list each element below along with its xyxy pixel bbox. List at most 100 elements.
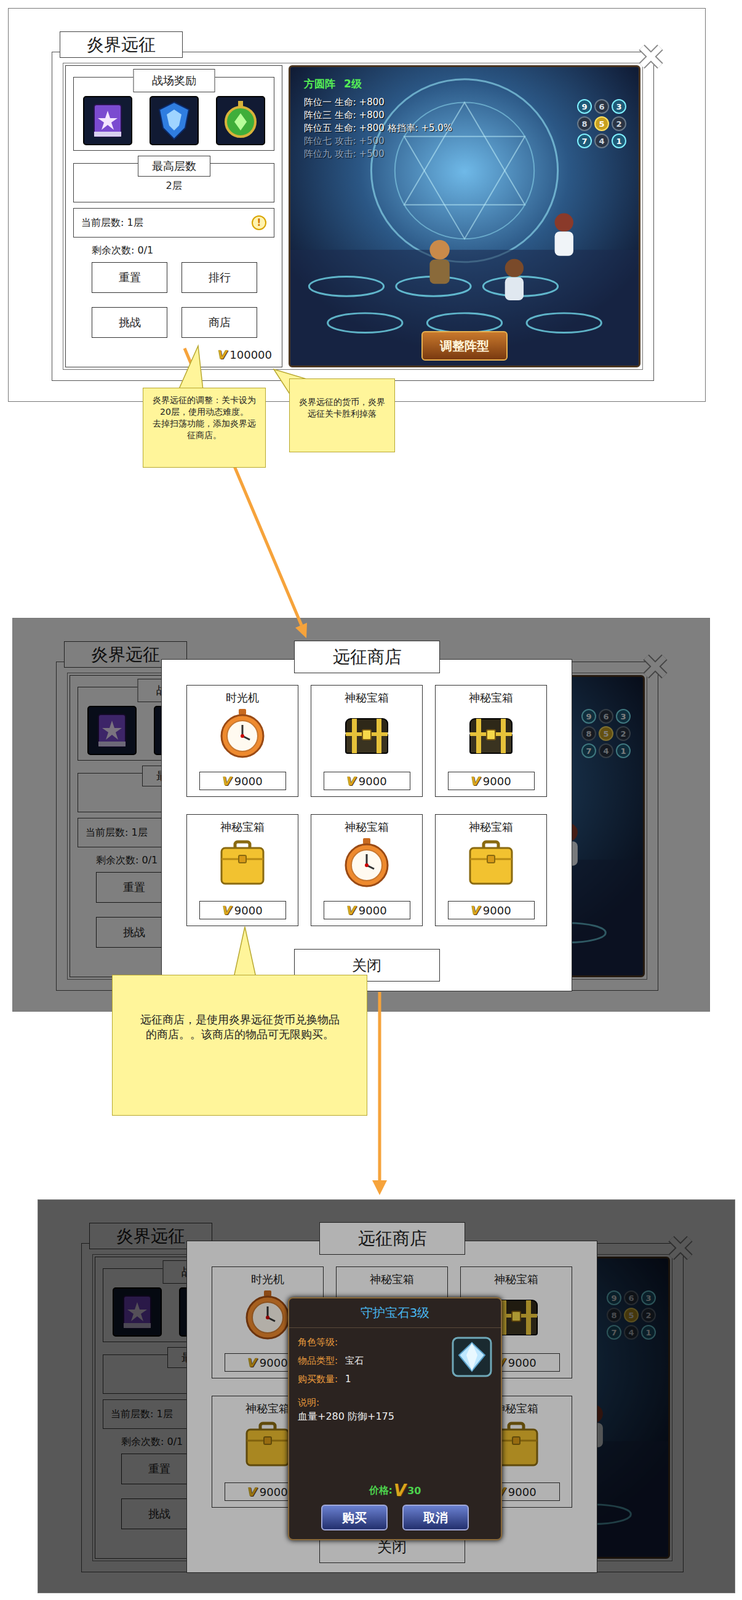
- slot[interactable]: 9: [577, 99, 592, 114]
- price-box: V 9000: [199, 771, 287, 790]
- purchase-scene: 炎界远征 战场奖励 最高层数 2层 当前层数: 1层 ! 剩余次数: 0/1 重…: [37, 1199, 736, 1593]
- sticky-note: 炎界远征的货币，炎界远征关卡胜利掉落: [289, 378, 395, 453]
- slot[interactable]: 3: [611, 99, 627, 114]
- chest-icon: [465, 707, 517, 760]
- formation-line: 阵位九 攻击: +500: [303, 147, 626, 161]
- window-body: 战场奖励 最高层数 2层 当前层数: 1层 ! 剩余次数: 0/1 重置排行挑战…: [62, 62, 643, 370]
- slot[interactable]: 2: [611, 116, 627, 132]
- popup-body: 角色等级: 物品类型: 宝石购买数量: 1 说明: 血量+280 防御+175: [289, 1327, 501, 1429]
- currency: V 100000: [73, 347, 275, 362]
- currency-icon: V: [217, 347, 228, 362]
- book-icon[interactable]: [83, 95, 133, 146]
- reward-list: [73, 95, 274, 146]
- shop-items: 时光机 V 9000神秘宝箱 V 9000神秘宝箱 V 9000神秘宝箱 V 9…: [186, 684, 547, 926]
- slot[interactable]: 6: [594, 99, 610, 114]
- info-icon[interactable]: !: [251, 215, 267, 231]
- price: 9000: [358, 903, 387, 917]
- slot[interactable]: 4: [594, 133, 610, 149]
- item-description: 血量+280 防御+175: [297, 1408, 493, 1424]
- item-name: 神秘宝箱: [468, 819, 514, 835]
- currency-icon: V: [346, 773, 356, 789]
- gem-icon: [451, 1336, 493, 1377]
- note-pointer: [233, 926, 256, 978]
- window-panel: 战场奖励 最高层数 2层 当前层数: 1层 ! 剩余次数: 0/1 重置排行挑战…: [51, 51, 655, 381]
- price-box: V 9000: [447, 771, 535, 790]
- shop-item[interactable]: 神秘宝箱 V 9000: [310, 813, 423, 926]
- shop-item[interactable]: 时光机 V 9000: [186, 684, 299, 797]
- slot-grid: 963 852 741: [577, 99, 627, 149]
- price-box: V 9000: [323, 771, 411, 790]
- current-floor-row: 当前层数: 1层 !: [73, 207, 275, 238]
- page: 炎界远征 战场奖励 最高层数 2层 当前层数: 1层 ! 剩余次数: 0/1 重…: [0, 0, 742, 1600]
- formation-title: 方圆阵2级: [303, 76, 626, 92]
- price-row: 价格: V 30: [289, 1480, 501, 1500]
- main-scene: 炎界远征 战场奖励 最高层数 2层 当前层数: 1层 ! 剩余次数: 0/1 重…: [7, 7, 706, 402]
- desc-label: 说明:: [297, 1395, 493, 1409]
- item-name: 神秘宝箱: [344, 690, 389, 706]
- shop-item[interactable]: 神秘宝箱 V 9000: [434, 813, 547, 926]
- currency-icon: V: [222, 902, 232, 918]
- popup-button[interactable]: 购买: [321, 1504, 388, 1531]
- item-name: 时光机: [225, 690, 260, 706]
- popup-buttons: 购买取消: [289, 1499, 501, 1539]
- note-text: 炎界远征的调整：关卡设为20层，使用动态难度。: [150, 394, 258, 418]
- clock-icon: [340, 836, 393, 889]
- item-name: 神秘宝箱: [344, 819, 389, 835]
- popup-button[interactable]: 取消: [402, 1504, 469, 1531]
- item-name: 神秘宝箱: [220, 819, 265, 835]
- best-floor-box: 最高层数 2层: [73, 163, 275, 203]
- current-floor: 当前层数: 1层: [81, 216, 144, 230]
- note-text: 去掉扫荡功能，添加炎界远征商店。: [150, 417, 258, 442]
- amulet-icon[interactable]: [215, 95, 266, 146]
- action-button[interactable]: 重置: [91, 262, 168, 293]
- flow-arrow: [378, 991, 382, 1182]
- slot[interactable]: 7: [577, 133, 592, 149]
- currency-icon: V: [222, 773, 232, 789]
- currency-icon: V: [346, 902, 356, 918]
- shop-scene: 炎界远征 战场奖励 最高层数 2层 当前层数: 1层 ! 剩余次数: 0/1 重…: [12, 617, 711, 1012]
- shop-item[interactable]: 神秘宝箱 V 9000: [434, 684, 547, 797]
- chest-icon: [340, 707, 393, 760]
- currency-icon: V: [470, 773, 480, 789]
- arrow-head-icon: [295, 622, 308, 639]
- price: 9000: [482, 774, 512, 788]
- clock-icon: [216, 707, 269, 760]
- note-pointer: [178, 345, 204, 391]
- adjust-formation-button[interactable]: 调整阵型: [421, 331, 508, 361]
- shop-item[interactable]: 神秘宝箱 V 9000: [310, 684, 423, 797]
- price: 9000: [482, 903, 512, 917]
- case-icon: [465, 836, 517, 889]
- price: 9000: [234, 903, 263, 917]
- case-icon: [216, 836, 269, 889]
- purchase-popup: 守护宝石3级 角色等级: 物品类型: 宝石购买数量: 1 说明: 血量+280 …: [287, 1296, 503, 1540]
- shop-item[interactable]: 神秘宝箱 V 9000: [186, 813, 299, 926]
- crest-icon[interactable]: [149, 95, 199, 146]
- window-title: 炎界远征: [59, 31, 183, 58]
- reward-title: 战场奖励: [132, 68, 215, 93]
- note-text: 远征商店，是使用炎界远征货币兑换物品的商店。。该商店的物品可无限购买。: [137, 1012, 343, 1042]
- sticky-note: 远征商店，是使用炎界远征货币兑换物品的商店。。该商店的物品可无限购买。: [111, 974, 368, 1116]
- shop-title: 远征商店: [294, 640, 440, 674]
- slot[interactable]: 8: [577, 116, 592, 132]
- info-panel: 战场奖励 最高层数 2层 当前层数: 1层 ! 剩余次数: 0/1 重置排行挑战…: [65, 65, 283, 368]
- action-buttons: 重置排行挑战商店: [73, 262, 275, 338]
- remaining-count: 剩余次数: 0/1: [73, 243, 275, 258]
- item-name: 神秘宝箱: [468, 690, 514, 706]
- popup-title: 守护宝石3级: [289, 1298, 501, 1328]
- shop-dialog: 远征商店 时光机 V 9000神秘宝箱 V 9000神秘宝箱 V 9000神秘宝…: [161, 658, 573, 992]
- reward-box: 战场奖励: [73, 76, 275, 151]
- slot[interactable]: 1: [611, 133, 627, 149]
- action-button[interactable]: 挑战: [91, 307, 168, 338]
- formation-line: 阵位三 生命: +800: [303, 108, 626, 122]
- close-icon[interactable]: [635, 41, 667, 72]
- best-floor-value: 2层: [73, 179, 274, 193]
- price: 9000: [358, 774, 387, 788]
- slot[interactable]: 5: [594, 116, 610, 132]
- action-button[interactable]: 商店: [181, 307, 258, 338]
- price: 9000: [234, 774, 263, 788]
- currency-icon: V: [470, 902, 480, 918]
- price-box: V 9000: [323, 900, 411, 920]
- action-button[interactable]: 排行: [181, 262, 258, 293]
- note-text: 炎界远征的货币，炎界远征关卡胜利掉落: [298, 396, 386, 420]
- best-floor-title: 最高层数: [137, 155, 211, 177]
